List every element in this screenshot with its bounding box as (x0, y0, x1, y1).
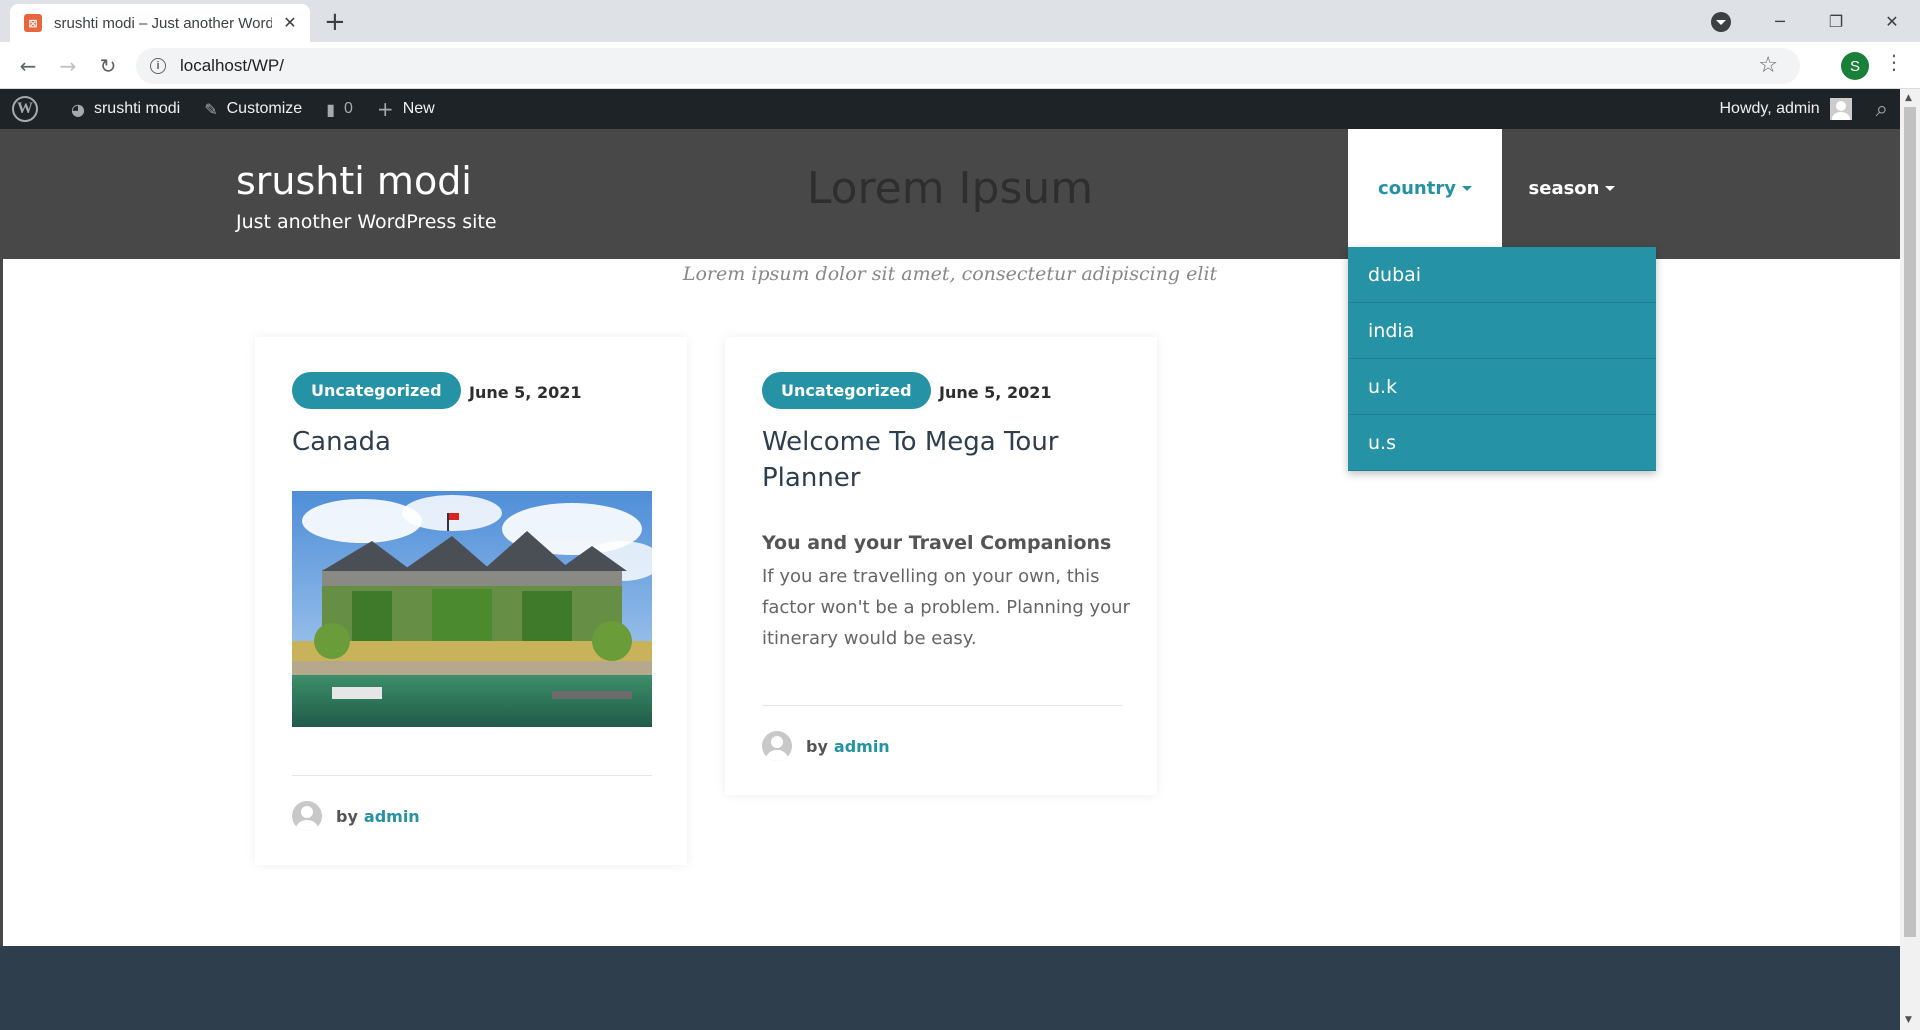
nav-season-label: season (1528, 177, 1600, 199)
post-title[interactable]: Canada (292, 424, 652, 460)
page-left-edge (0, 259, 3, 946)
post-author: by admin (292, 801, 420, 831)
tab-close-icon[interactable]: ✕ (280, 13, 300, 33)
card-divider (762, 705, 1122, 706)
canada-hotel-image (292, 491, 652, 727)
back-button[interactable]: ← (12, 50, 44, 82)
scrollbar-thumb[interactable] (1904, 107, 1916, 937)
dropdown-item-us[interactable]: u.s (1348, 415, 1656, 471)
post-author: by admin (762, 731, 890, 761)
post-featured-image[interactable] (292, 491, 652, 727)
scroll-up-icon[interactable]: ▲ (1905, 93, 1912, 103)
post-excerpt: If you are travelling on your own, this … (762, 566, 1130, 649)
browser-toolbar: ← → ↻ i localhost/WP/ ☆ S ⋮ (0, 42, 1920, 89)
admin-bar-customize[interactable]: ✎ Customize (192, 89, 314, 129)
bookmark-star-icon[interactable]: ☆ (1758, 53, 1778, 78)
admin-bar-site-name[interactable]: ◕ srushti modi (59, 89, 192, 129)
paintbrush-icon: ✎ (204, 99, 218, 119)
new-label: New (402, 100, 435, 117)
by-label: by (336, 806, 358, 826)
category-badge[interactable]: Uncategorized (762, 372, 931, 409)
address-bar[interactable]: i localhost/WP/ ☆ (136, 48, 1800, 84)
tab-search-icon[interactable] (1711, 12, 1731, 32)
howdy-label: Howdy, admin (1719, 100, 1820, 117)
nav-item-season[interactable]: season (1502, 129, 1642, 247)
comments-count: 0 (344, 100, 353, 117)
profile-avatar[interactable]: S (1841, 52, 1869, 80)
minimize-button[interactable]: ─ (1752, 0, 1808, 42)
scroll-down-icon[interactable]: ▼ (1905, 1015, 1912, 1025)
dropdown-item-dubai[interactable]: dubai (1348, 247, 1656, 303)
post-date: June 5, 2021 (469, 383, 582, 402)
restore-button[interactable]: ❐ (1808, 0, 1864, 42)
caret-down-icon (1461, 185, 1472, 191)
admin-bar-new[interactable]: + New (365, 89, 447, 129)
dropdown-item-uk[interactable]: u.k (1348, 359, 1656, 415)
page-scrollbar[interactable]: ▲ ▼ (1900, 89, 1920, 1030)
admin-bar-account[interactable]: Howdy, admin (1707, 89, 1863, 129)
plus-icon: + (376, 97, 394, 121)
nav-country-label: country (1378, 177, 1456, 199)
nav-item-country[interactable]: country (1348, 129, 1502, 247)
forward-button[interactable]: → (52, 50, 84, 82)
post-date: June 5, 2021 (939, 383, 1052, 402)
close-window-button[interactable]: ✕ (1864, 0, 1920, 42)
dashboard-icon: ◕ (71, 99, 85, 119)
author-link[interactable]: admin (834, 737, 890, 756)
author-link[interactable]: admin (364, 807, 420, 826)
caret-down-icon (1605, 185, 1616, 191)
card-divider (292, 775, 652, 776)
author-avatar-icon (762, 731, 792, 761)
post-card: Uncategorized June 5, 2021 Canada by adm… (255, 337, 687, 865)
site-footer (0, 946, 1900, 1030)
author-avatar-icon (292, 801, 322, 831)
country-dropdown-menu: dubai india u.k u.s (1348, 247, 1656, 471)
user-avatar-icon (1829, 98, 1852, 120)
reload-button[interactable]: ↻ (92, 50, 124, 82)
browser-tabstrip: ⊠ srushti modi – Just another Word ✕ + ─… (0, 0, 1920, 42)
new-tab-button[interactable]: + (324, 7, 346, 37)
page-viewport: W ◕ srushti modi ✎ Customize ▮ 0 + New H… (0, 89, 1900, 1030)
tab-title: srushti modi – Just another Word (54, 14, 272, 32)
wp-logo-menu[interactable]: W (0, 89, 59, 129)
post-card: Uncategorized June 5, 2021 Welcome To Me… (725, 337, 1157, 795)
excerpt-heading: You and your Travel Companions (762, 532, 1112, 554)
browser-menu-icon[interactable]: ⋮ (1884, 50, 1904, 74)
post-title[interactable]: Welcome To Mega Tour Planner (762, 424, 1122, 496)
site-tagline: Just another WordPress site (236, 211, 497, 233)
wordpress-logo-icon: W (12, 96, 38, 122)
customize-label: Customize (226, 100, 303, 117)
admin-bar-comments[interactable]: ▮ 0 (314, 89, 365, 129)
comment-bubble-icon: ▮ (326, 99, 336, 119)
site-info-icon[interactable]: i (150, 58, 166, 74)
by-label: by (806, 736, 828, 756)
admin-bar-search-icon[interactable]: ⌕ (1864, 89, 1900, 129)
url-text[interactable]: localhost/WP/ (180, 56, 284, 76)
category-badge[interactable]: Uncategorized (292, 372, 461, 409)
browser-tab[interactable]: ⊠ srushti modi – Just another Word ✕ (10, 4, 310, 42)
site-name-label: srushti modi (93, 100, 181, 117)
xampp-favicon-icon: ⊠ (24, 14, 42, 32)
dropdown-item-india[interactable]: india (1348, 303, 1656, 359)
wp-admin-bar: W ◕ srushti modi ✎ Customize ▮ 0 + New H… (0, 89, 1900, 129)
